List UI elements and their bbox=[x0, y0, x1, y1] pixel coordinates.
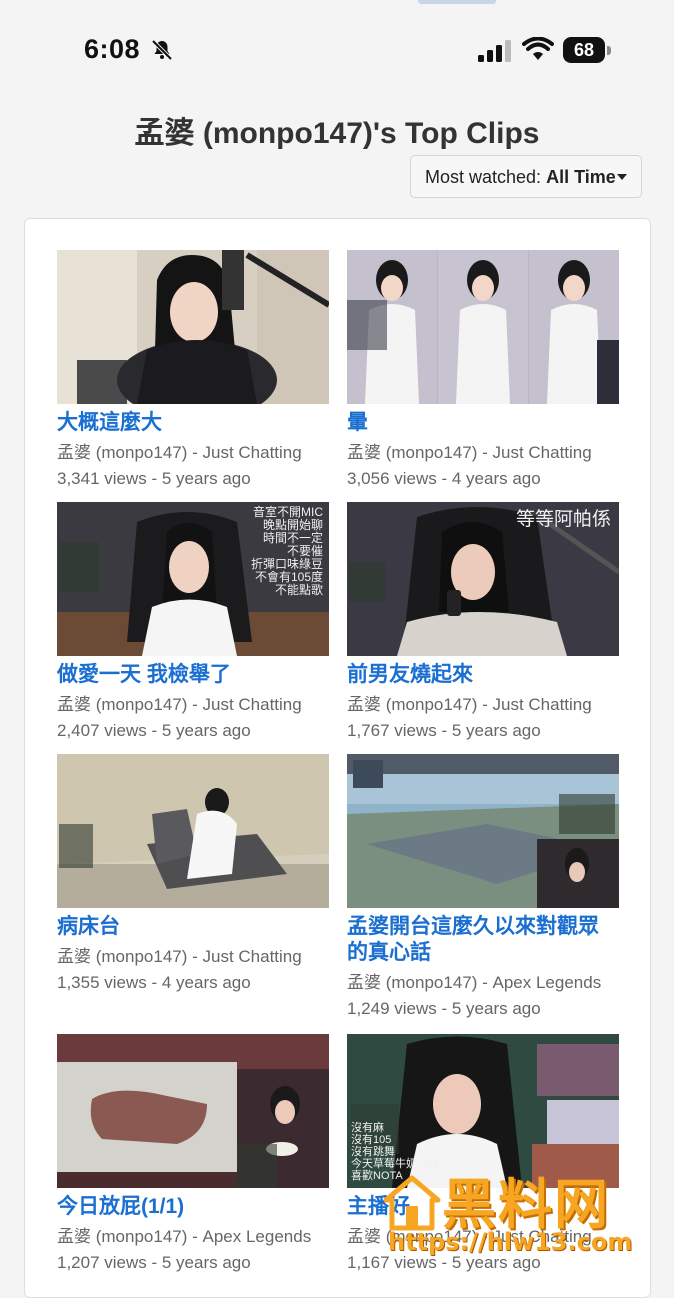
thumbnail-overlay-text: 音室不開MIC 晚點開始聊 時間不一定 不要催 折彈口味綠豆 不會有105度 不… bbox=[250, 505, 323, 597]
clip-title-link[interactable]: 暈 bbox=[347, 410, 619, 436]
bell-slash-icon bbox=[151, 39, 173, 61]
clip-channel: 孟婆 (monpo147) - Just Chatting bbox=[347, 443, 592, 462]
clip-thumbnail[interactable] bbox=[57, 1034, 329, 1188]
status-time: 6:08 bbox=[84, 34, 141, 64]
clip-channel: 孟婆 (monpo147) - Apex Legends bbox=[347, 973, 602, 992]
clips-card: 大概這麼大 孟婆 (monpo147) - Just Chatting 3,34… bbox=[24, 218, 651, 1298]
clip-item: 音室不開MIC 晚點開始聊 時間不一定 不要催 折彈口味綠豆 不會有105度 不… bbox=[57, 502, 329, 744]
clip-item: 暈 孟婆 (monpo147) - Just Chatting 3,056 vi… bbox=[347, 250, 619, 492]
clip-title-link[interactable]: 大概這麼大 bbox=[57, 410, 329, 436]
sort-value: All Time bbox=[546, 167, 616, 187]
watermark: 黑料网 https://hlw13.com bbox=[380, 1160, 674, 1280]
clip-stats: 1,207 views - 5 years ago bbox=[57, 1253, 251, 1272]
battery-icon: 68 bbox=[563, 37, 611, 63]
clip-title-link[interactable]: 病床台 bbox=[57, 914, 329, 940]
chevron-down-icon bbox=[617, 174, 627, 180]
clip-thumbnail[interactable]: 音室不開MIC 晚點開始聊 時間不一定 不要催 折彈口味綠豆 不會有105度 不… bbox=[57, 502, 329, 656]
watermark-url: https://hlw13.com bbox=[388, 1228, 633, 1256]
clip-channel: 孟婆 (monpo147) - Just Chatting bbox=[57, 947, 302, 966]
clip-stats: 3,341 views - 5 years ago bbox=[57, 469, 251, 488]
clip-thumbnail[interactable] bbox=[347, 754, 619, 908]
clip-item: 今日放屁(1/1) 孟婆 (monpo147) - Apex Legends 1… bbox=[57, 1034, 329, 1276]
clip-title-link[interactable]: 做愛一天 我檢舉了 bbox=[57, 662, 329, 688]
thumbnail-overlay-text: 等等阿帕係 bbox=[515, 509, 611, 530]
clip-channel: 孟婆 (monpo147) - Just Chatting bbox=[57, 695, 302, 714]
clip-stats: 1,767 views - 5 years ago bbox=[347, 721, 541, 740]
sort-prefix: Most watched: bbox=[425, 167, 542, 187]
clip-title-link[interactable]: 前男友燒起來 bbox=[347, 662, 619, 688]
clip-item: 大概這麼大 孟婆 (monpo147) - Just Chatting 3,34… bbox=[57, 250, 329, 492]
clip-stats: 3,056 views - 4 years ago bbox=[347, 469, 541, 488]
clip-thumbnail[interactable]: 等等阿帕係 bbox=[347, 502, 619, 656]
status-bar: 6:08 68 bbox=[0, 0, 674, 100]
clip-title-link[interactable]: 孟婆開台這麼久以來對觀眾的真心話 bbox=[347, 914, 619, 966]
clip-title-link[interactable]: 今日放屁(1/1) bbox=[57, 1194, 329, 1220]
clip-item: 等等阿帕係 前男友燒起來 孟婆 (monpo147) - Just Chatti… bbox=[347, 502, 619, 744]
clip-item: 病床台 孟婆 (monpo147) - Just Chatting 1,355 … bbox=[57, 754, 329, 996]
wifi-icon bbox=[522, 37, 554, 60]
sort-dropdown[interactable]: Most watched: All Time bbox=[410, 155, 642, 198]
clip-item: 孟婆開台這麼久以來對觀眾的真心話 孟婆 (monpo147) - Apex Le… bbox=[347, 754, 619, 1022]
battery-level: 68 bbox=[563, 37, 605, 63]
clip-channel: 孟婆 (monpo147) - Apex Legends bbox=[57, 1227, 312, 1246]
clip-thumbnail[interactable] bbox=[57, 754, 329, 908]
clip-stats: 2,407 views - 5 years ago bbox=[57, 721, 251, 740]
clip-thumbnail[interactable] bbox=[57, 250, 329, 404]
clip-channel: 孟婆 (monpo147) - Just Chatting bbox=[57, 443, 302, 462]
clip-stats: 1,355 views - 4 years ago bbox=[57, 973, 251, 992]
clip-channel: 孟婆 (monpo147) - Just Chatting bbox=[347, 695, 592, 714]
page-title: 孟婆 (monpo147)'s Top Clips bbox=[134, 117, 540, 150]
house-logo-icon bbox=[383, 1175, 441, 1231]
cellular-signal-icon bbox=[478, 40, 511, 62]
clip-thumbnail[interactable] bbox=[347, 250, 619, 404]
clip-stats: 1,249 views - 5 years ago bbox=[347, 999, 541, 1018]
